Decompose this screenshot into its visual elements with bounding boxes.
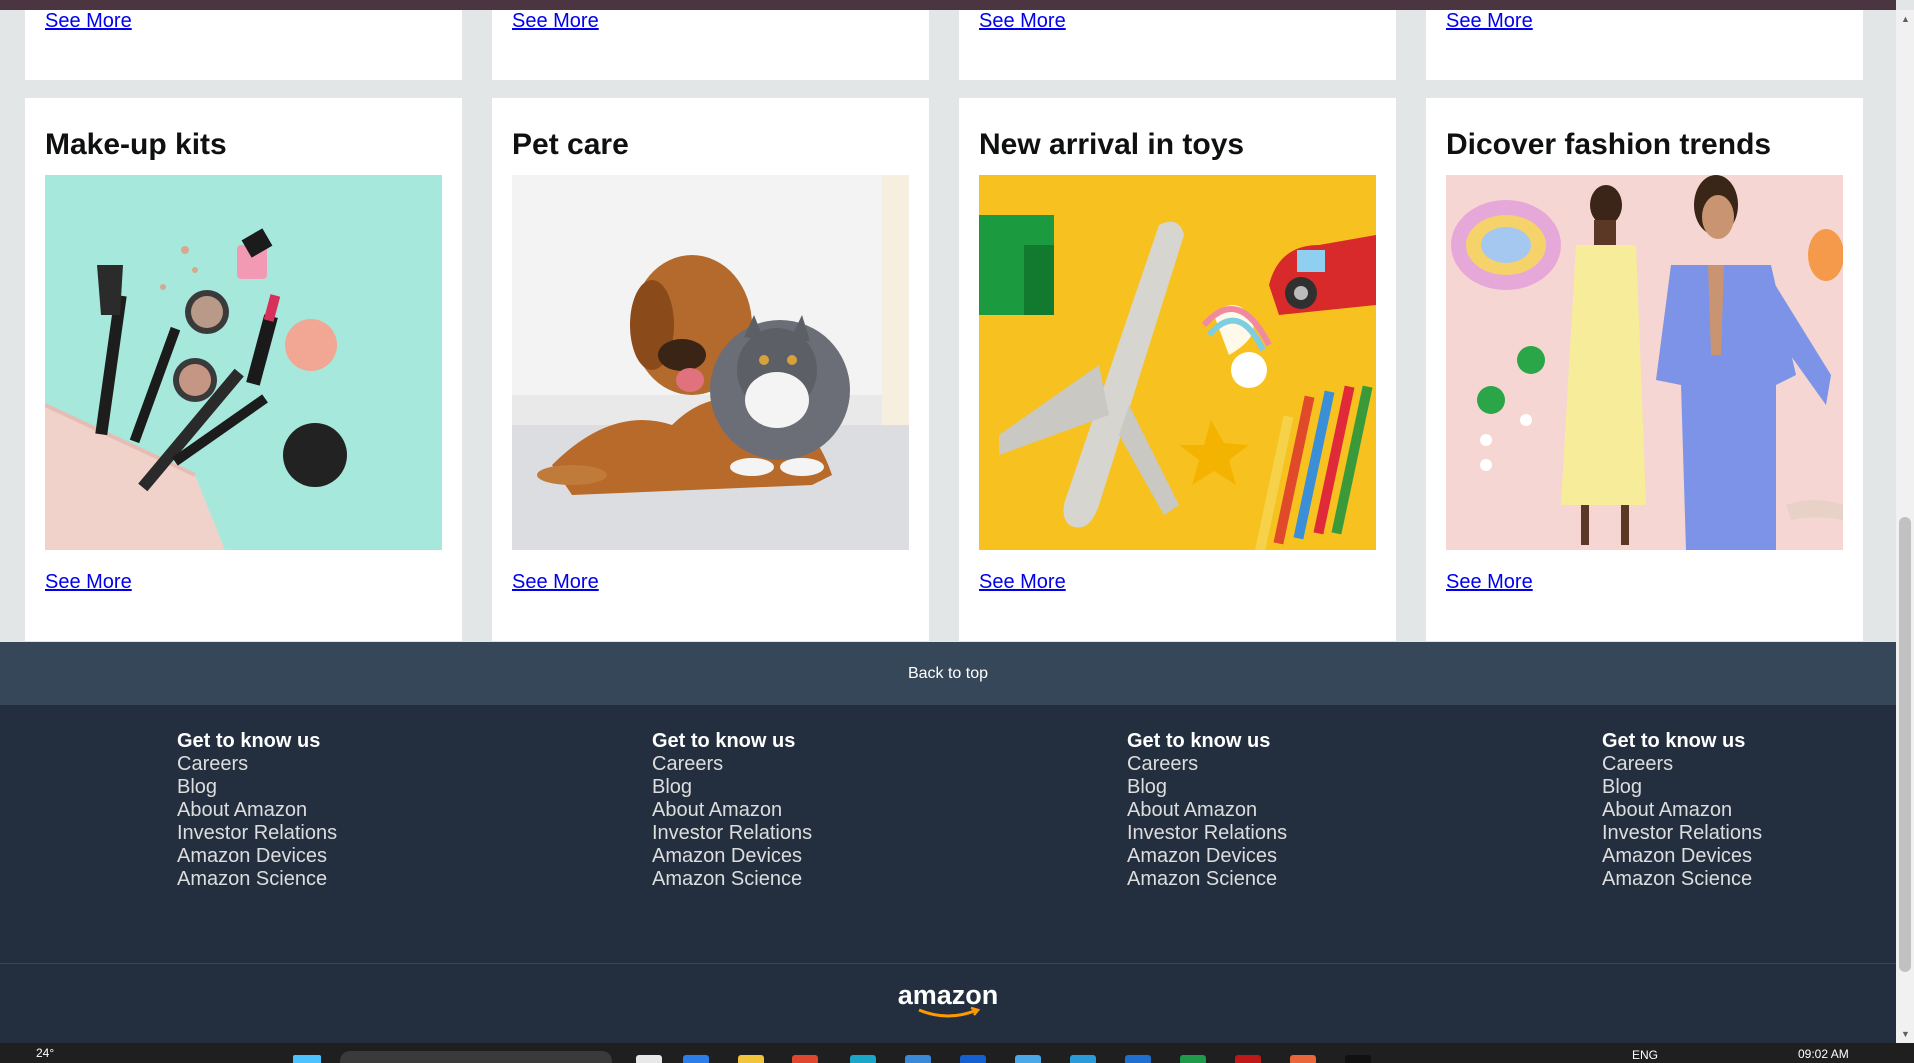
footer-link-investor-relations[interactable]: Investor Relations [177, 822, 337, 845]
taskbar-app-icon[interactable] [1125, 1055, 1151, 1063]
card-title: Dicover fashion trends [1446, 128, 1772, 161]
footer-column: Get to know us Careers Blog About Amazon… [652, 730, 812, 891]
footer-link-amazon-science[interactable]: Amazon Science [652, 868, 812, 891]
category-card-makeup: Make-up kits See More [25, 98, 462, 641]
see-more-link[interactable]: See More [1446, 571, 1533, 594]
scrollbar-thumb[interactable] [1899, 517, 1911, 972]
footer-link-amazon-devices[interactable]: Amazon Devices [652, 845, 812, 868]
footer-link-amazon-devices[interactable]: Amazon Devices [1127, 845, 1287, 868]
footer-link-amazon-science[interactable]: Amazon Science [1602, 868, 1762, 891]
footer-link-amazon-science[interactable]: Amazon Science [1127, 868, 1287, 891]
file-explorer-icon[interactable] [738, 1055, 764, 1063]
page-viewport: See More See More See More See More Make… [0, 10, 1896, 1043]
see-more-link[interactable]: See More [979, 571, 1066, 594]
see-more-link[interactable]: See More [512, 10, 599, 33]
footer-link-investor-relations[interactable]: Investor Relations [652, 822, 812, 845]
footer-link-amazon-science[interactable]: Amazon Science [177, 868, 337, 891]
see-more-link[interactable]: See More [512, 571, 599, 594]
see-more-link[interactable]: See More [45, 571, 132, 594]
footer-heading: Get to know us [652, 730, 796, 752]
footer-column: Get to know us Careers Blog About Amazon… [1127, 730, 1287, 891]
footer-link-amazon-devices[interactable]: Amazon Devices [177, 845, 337, 868]
footer-bottom: amazon [0, 964, 1896, 1043]
taskbar-app-icon[interactable] [1290, 1055, 1316, 1063]
taskbar-app-icon[interactable] [960, 1055, 986, 1063]
taskbar-app-icon[interactable] [905, 1055, 931, 1063]
taskbar-app-icon[interactable] [1180, 1055, 1206, 1063]
scroll-up-arrow-icon[interactable]: ▲ [1901, 14, 1910, 24]
footer-link-careers[interactable]: Careers [177, 753, 337, 776]
taskbar-app-icon[interactable] [683, 1055, 709, 1063]
footer-heading: Get to know us [1127, 730, 1271, 752]
category-card: See More [1426, 10, 1863, 80]
footer-link-blog[interactable]: Blog [1602, 776, 1762, 799]
footer-heading: Get to know us [177, 730, 321, 752]
taskbar-app-icon[interactable] [1015, 1055, 1041, 1063]
footer-link-investor-relations[interactable]: Investor Relations [1602, 822, 1762, 845]
browser-top-strip [0, 0, 1896, 10]
card-title: New arrival in toys [979, 128, 1245, 161]
footer-link-investor-relations[interactable]: Investor Relations [1127, 822, 1287, 845]
footer: Get to know us Careers Blog About Amazon… [0, 705, 1896, 963]
taskbar-app-icon[interactable] [850, 1055, 876, 1063]
footer-column: Get to know us Careers Blog About Amazon… [177, 730, 337, 891]
makeup-kits-image[interactable] [45, 175, 442, 550]
taskbar-app-icon[interactable] [1345, 1055, 1371, 1063]
see-more-link[interactable]: See More [1446, 10, 1533, 33]
see-more-link[interactable]: See More [979, 10, 1066, 33]
footer-link-blog[interactable]: Blog [177, 776, 337, 799]
footer-link-blog[interactable]: Blog [1127, 776, 1287, 799]
taskbar-app-icon[interactable] [1070, 1055, 1096, 1063]
footer-link-about-amazon[interactable]: About Amazon [652, 799, 812, 822]
language-indicator[interactable]: ENG [1632, 1048, 1658, 1062]
card-title: Pet care [512, 128, 629, 161]
weather-temperature[interactable]: 24° [36, 1046, 54, 1060]
os-taskbar: 24° ENG 09:02 AM [0, 1043, 1914, 1063]
category-card-pet-care: Pet care See More [492, 98, 929, 641]
amazon-logo[interactable]: amazon [893, 980, 1003, 1022]
footer-link-careers[interactable]: Careers [1602, 753, 1762, 776]
category-card: See More [25, 10, 462, 80]
taskbar-search-box[interactable] [340, 1051, 612, 1063]
back-to-top-button[interactable]: Back to top [0, 642, 1896, 705]
fashion-trends-image[interactable] [1446, 175, 1843, 550]
footer-link-about-amazon[interactable]: About Amazon [1602, 799, 1762, 822]
pet-care-image[interactable] [512, 175, 909, 550]
footer-link-about-amazon[interactable]: About Amazon [177, 799, 337, 822]
footer-heading: Get to know us [1602, 730, 1746, 752]
footer-link-about-amazon[interactable]: About Amazon [1127, 799, 1287, 822]
footer-column: Get to know us Careers Blog About Amazon… [1602, 730, 1762, 891]
see-more-link[interactable]: See More [45, 10, 132, 33]
taskbar-app-icon[interactable] [636, 1055, 662, 1063]
footer-link-careers[interactable]: Careers [652, 753, 812, 776]
category-card-toys: New arrival in toys See More [959, 98, 1396, 641]
logo-text: amazon [898, 982, 999, 1010]
windows-start-icon[interactable] [293, 1055, 321, 1063]
vertical-scrollbar[interactable]: ▲ ▼ [1896, 10, 1914, 1043]
category-card: See More [959, 10, 1396, 80]
footer-link-amazon-devices[interactable]: Amazon Devices [1602, 845, 1762, 868]
footer-link-blog[interactable]: Blog [652, 776, 812, 799]
scroll-down-arrow-icon[interactable]: ▼ [1901, 1029, 1910, 1039]
clock-time[interactable]: 09:02 AM [1798, 1047, 1849, 1061]
taskbar-app-icon[interactable] [1235, 1055, 1261, 1063]
toys-image[interactable] [979, 175, 1376, 550]
category-card-fashion: Dicover fashion trends See More [1426, 98, 1863, 641]
chrome-icon[interactable] [792, 1055, 818, 1063]
category-card: See More [492, 10, 929, 80]
card-title: Make-up kits [45, 128, 227, 161]
footer-link-careers[interactable]: Careers [1127, 753, 1287, 776]
